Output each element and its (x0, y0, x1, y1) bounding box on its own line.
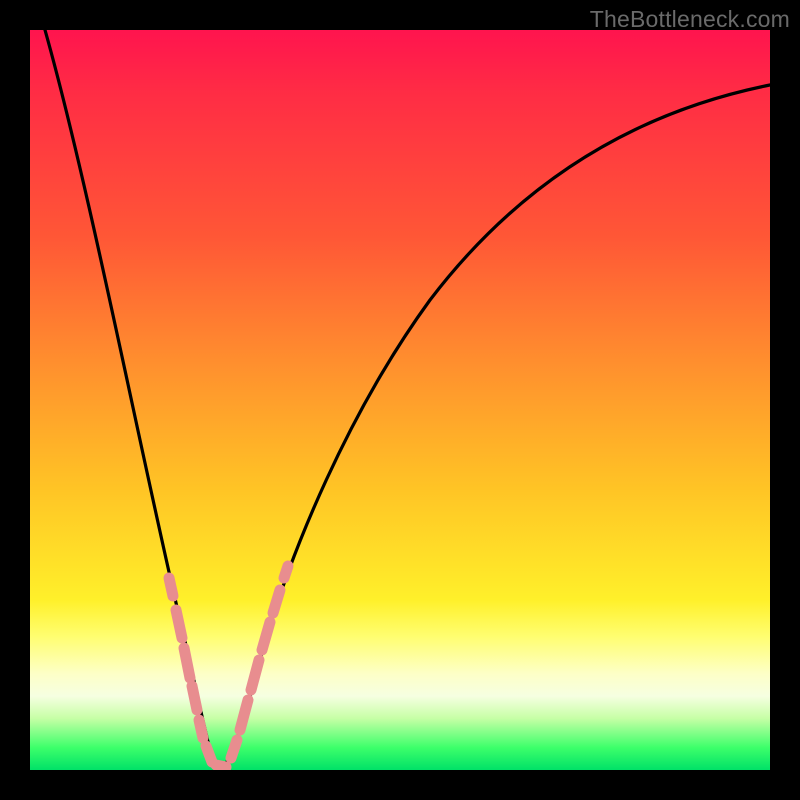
curve-layer (30, 30, 770, 770)
marker-group-left (169, 578, 212, 762)
marker-group-bottom (216, 765, 226, 767)
chart-frame: TheBottleneck.com (0, 0, 800, 800)
marker-group-right (231, 566, 288, 758)
watermark-text: TheBottleneck.com (590, 6, 790, 33)
bottleneck-curve (45, 30, 770, 768)
plot-area (30, 30, 770, 770)
